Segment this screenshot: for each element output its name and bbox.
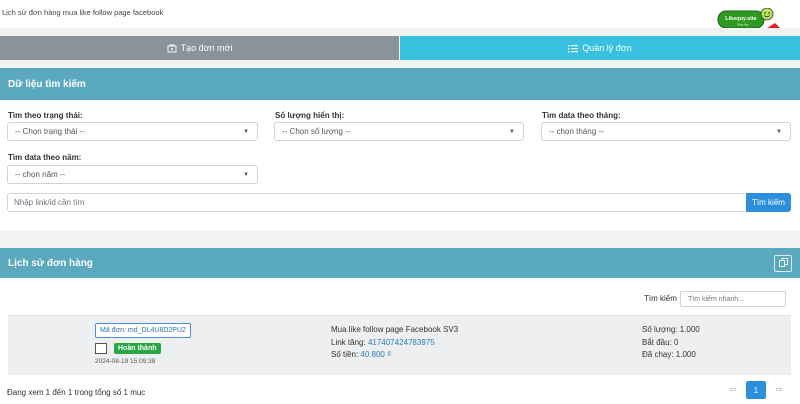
chevron-down-icon: ▼ — [776, 129, 782, 135]
link-line: Link tăng: 417407424783975 — [331, 338, 435, 347]
link-search-placeholder: Nhập link/id cần tìm — [14, 198, 85, 207]
link-search-input[interactable]: Nhập link/id cần tìm — [7, 193, 745, 212]
pagination-info: Đang xem 1 đến 1 trong tổng số 1 mục — [7, 388, 146, 397]
search-button[interactable]: Tìm kiếm — [746, 193, 791, 212]
filter-year-select[interactable]: -- chọn năm -- ▼ — [7, 165, 258, 184]
svg-text:Mua like: Mua like — [737, 23, 749, 27]
page-title: Lịch sử đơn hàng mua like follow page fa… — [2, 8, 164, 17]
list-icon — [568, 44, 579, 53]
link-label: Link tăng: — [331, 338, 366, 347]
ran-text: Đã chạy: 1.000 — [642, 350, 696, 359]
cart-icon — [167, 44, 177, 53]
copy-button[interactable] — [774, 255, 792, 272]
arrow-left-icon: ⇦ — [729, 384, 737, 394]
search-panel-title: Dữ liệu tìm kiếm — [8, 78, 86, 90]
tab-create-order[interactable]: Tạo đơn mới — [0, 36, 399, 60]
page-button[interactable]: 1 — [746, 381, 766, 399]
header-gap — [0, 28, 800, 36]
quick-search-placeholder: Tìm kiếm nhanh... — [688, 295, 745, 303]
tab-manage-orders[interactable]: Quản lý đơn — [400, 36, 800, 60]
chevron-down-icon: ▼ — [243, 129, 249, 135]
status-badge: Hoàn thành — [114, 343, 161, 354]
quantity-text: Số lượng: 1.000 — [642, 325, 700, 334]
filter-status-label: Tìm theo trạng thái: — [8, 111, 83, 120]
filter-status-value: -- Chọn trạng thái -- — [15, 127, 85, 136]
filter-year-label: Tìm data theo năm: — [8, 153, 82, 162]
history-panel-header: Lịch sử đơn hàng — [0, 248, 800, 278]
search-panel-header: Dữ liệu tìm kiếm — [0, 68, 800, 100]
amount-value: 40.800 ₫ — [360, 350, 392, 359]
filter-month-label: Tìm data theo tháng: — [542, 111, 621, 120]
arrow-right-icon: ⇨ — [775, 384, 783, 394]
tab-manage-label: Quản lý đơn — [582, 43, 632, 53]
amount-line: Số tiền: 40.800 ₫ — [331, 350, 391, 359]
filter-status-select[interactable]: -- Chọn trạng thái -- ▼ — [7, 122, 258, 141]
filter-month-value: -- chọn tháng -- — [549, 127, 604, 136]
svg-text:Likequy.site: Likequy.site — [725, 16, 756, 22]
prev-page-button[interactable]: ⇦ — [726, 382, 740, 396]
tabs-gap — [0, 60, 800, 68]
link-value[interactable]: 417407424783975 — [368, 338, 435, 347]
tab-create-label: Tạo đơn mới — [180, 43, 233, 53]
service-name: Mua like follow page Facebook SV3 — [331, 325, 459, 334]
filter-count-label: Số lượng hiển thị: — [275, 111, 345, 120]
filter-year-value: -- chọn năm -- — [15, 170, 66, 179]
copy-icon — [778, 257, 788, 270]
filter-month-select[interactable]: -- chọn tháng -- ▼ — [541, 122, 791, 141]
chevron-down-icon: ▼ — [243, 172, 249, 178]
amount-label: Số tiền: — [331, 350, 359, 359]
start-text: Bắt đầu: 0 — [642, 338, 679, 347]
order-time: 2024-08-19 15:09:38 — [95, 358, 156, 365]
section-gap — [0, 230, 800, 248]
order-code[interactable]: Mã đơn: md_DL4U8D2PU2 — [95, 323, 191, 338]
chevron-down-icon: ▼ — [509, 129, 515, 135]
row-checkbox[interactable] — [95, 343, 107, 354]
quick-search-label: Tìm kiếm — [644, 294, 677, 303]
filter-count-select[interactable]: -- Chọn số lượng -- ▼ — [274, 122, 524, 141]
filter-count-value: -- Chọn số lượng -- — [282, 127, 351, 136]
next-page-button[interactable]: ⇨ — [772, 382, 786, 396]
quick-search-input[interactable]: Tìm kiếm nhanh... — [680, 291, 786, 307]
history-panel-title: Lịch sử đơn hàng — [8, 257, 93, 269]
